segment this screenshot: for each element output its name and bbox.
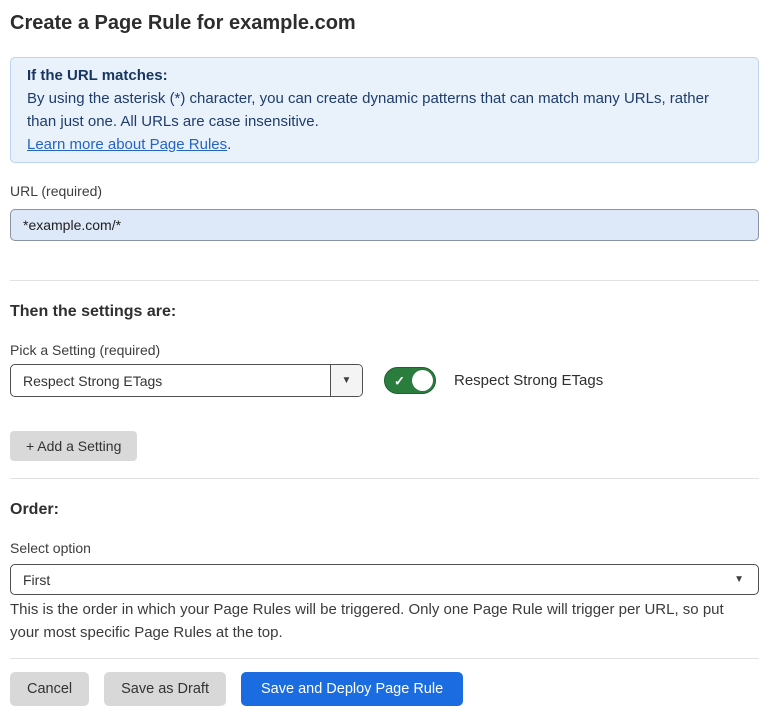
info-box-heading: If the URL matches: [27,64,742,87]
order-select[interactable]: First ▼ [10,564,759,595]
setting-select-value: Respect Strong ETags [11,373,330,389]
setting-select-arrow-button[interactable]: ▼ [330,365,362,396]
setting-select[interactable]: Respect Strong ETags ▼ [10,364,363,397]
check-icon: ✓ [394,374,405,387]
order-help-text: This is the order in which your Page Rul… [10,599,755,644]
order-select-label: Select option [10,540,759,557]
chevron-down-icon: ▼ [734,575,744,585]
page-title: Create a Page Rule for example.com [10,10,759,36]
chevron-down-icon: ▼ [342,376,352,386]
add-setting-button[interactable]: + Add a Setting [10,431,137,461]
url-input[interactable] [10,209,759,241]
pick-setting-label: Pick a Setting (required) [10,342,759,359]
toggle-knob [412,370,433,391]
setting-row: Respect Strong ETags ▼ ✓ Respect Strong … [10,364,759,397]
toggle-label: Respect Strong ETags [454,372,603,389]
url-field-label: URL (required) [10,183,759,200]
order-section-heading: Order: [10,500,759,520]
learn-more-link[interactable]: Learn more about Page Rules [27,136,227,153]
url-match-info-box: If the URL matches: By using the asteris… [10,57,759,163]
setting-toggle[interactable]: ✓ [384,367,436,394]
settings-section-heading: Then the settings are: [10,302,759,322]
info-box-link-line: Learn more about Page Rules. [27,133,742,156]
save-draft-button[interactable]: Save as Draft [104,672,226,706]
form-actions: Cancel Save as Draft Save and Deploy Pag… [10,672,759,706]
info-box-body: By using the asterisk (*) character, you… [27,87,742,133]
order-select-value: First [11,572,734,588]
link-period: . [227,136,231,153]
divider [10,658,759,659]
divider [10,280,759,281]
page-rule-form: Create a Page Rule for example.com If th… [0,10,769,718]
save-deploy-button[interactable]: Save and Deploy Page Rule [241,672,463,706]
cancel-button[interactable]: Cancel [10,672,89,706]
divider [10,478,759,479]
